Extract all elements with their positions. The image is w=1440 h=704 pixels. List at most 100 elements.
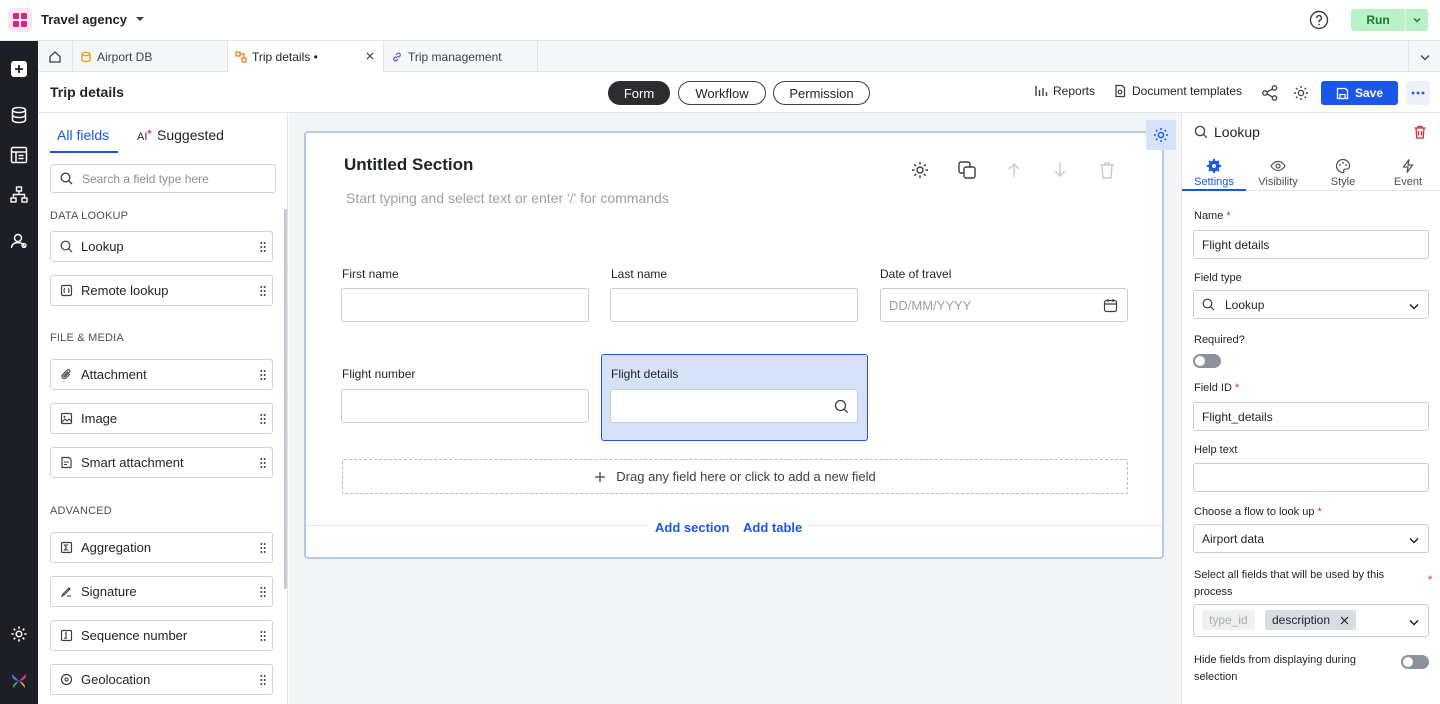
document-templates-button[interactable]: Document templates — [1113, 84, 1242, 98]
selected-section-gear-icon[interactable] — [1146, 120, 1176, 150]
settings-icon[interactable] — [9, 624, 29, 644]
hide-fields-toggle[interactable] — [1401, 655, 1429, 669]
drag-handle-icon[interactable] — [260, 457, 266, 469]
tab-all-fields[interactable]: All fields — [57, 127, 109, 143]
add-table-button[interactable]: Add table — [737, 520, 809, 535]
field-type-image[interactable]: Image — [50, 403, 273, 434]
flight-number-field[interactable] — [341, 389, 589, 423]
flow-select[interactable]: Airport data — [1193, 524, 1429, 553]
reports-button[interactable]: Reports — [1034, 84, 1095, 98]
select-fields-multiselect[interactable]: type_id description — [1193, 604, 1429, 637]
drag-handle-icon[interactable] — [260, 674, 266, 686]
save-button[interactable]: Save — [1321, 81, 1398, 105]
drag-handle-icon[interactable] — [260, 586, 266, 598]
location-pin-icon — [60, 673, 73, 686]
section-title[interactable]: Untitled Section — [344, 155, 473, 175]
brand-butterfly-icon[interactable] — [9, 671, 29, 691]
close-icon[interactable] — [1340, 616, 1349, 625]
search-icon[interactable] — [834, 399, 849, 414]
field-type-attachment[interactable]: Attachment — [50, 359, 273, 390]
tab-settings[interactable]: Settings — [1182, 158, 1246, 188]
tab-style[interactable]: Style — [1311, 158, 1375, 188]
app-title[interactable]: Travel agency — [41, 12, 127, 27]
section-settings-gear-icon[interactable] — [909, 159, 931, 181]
tab-trip-management[interactable]: Trip management — [384, 41, 538, 72]
chevron-down-icon[interactable] — [1408, 616, 1420, 628]
section-description-placeholder[interactable]: Start typing and select text or enter '/… — [346, 190, 669, 206]
tab-airport-db[interactable]: Airport DB — [73, 41, 228, 72]
delete-field-trash-icon[interactable] — [1412, 124, 1428, 140]
date-of-travel-label: Date of travel — [880, 267, 952, 281]
field-type-remote-lookup[interactable]: Remote lookup — [50, 275, 273, 306]
required-toggle[interactable] — [1193, 354, 1221, 368]
chevron-down-icon[interactable] — [134, 13, 146, 25]
tab-trip-details[interactable]: Trip details • — [228, 41, 384, 72]
field-type-sequence-number[interactable]: Sequence number — [50, 620, 273, 651]
share-icon[interactable] — [1261, 84, 1279, 102]
date-of-travel-field[interactable] — [880, 288, 1128, 322]
drag-handle-icon[interactable] — [260, 241, 266, 253]
more-options-icon[interactable] — [1406, 81, 1430, 105]
run-button[interactable]: Run — [1351, 9, 1405, 31]
mode-permission-button[interactable]: Permission — [773, 81, 870, 105]
duplicate-icon[interactable] — [956, 159, 978, 181]
mode-workflow-button[interactable]: Workflow — [678, 81, 766, 105]
field-type-value: Lookup — [1225, 297, 1265, 312]
form-section[interactable]: Untitled Section Start typing and select… — [304, 131, 1164, 559]
close-icon[interactable] — [365, 51, 375, 61]
last-name-field[interactable] — [610, 288, 858, 322]
drag-handle-icon[interactable] — [260, 630, 266, 642]
home-tab[interactable] — [38, 41, 73, 72]
last-name-input[interactable] — [611, 289, 811, 321]
field-type-signature[interactable]: Signature — [50, 576, 273, 607]
flight-details-input[interactable] — [611, 390, 811, 422]
form-icon[interactable] — [9, 145, 29, 165]
move-up-icon[interactable] — [1003, 159, 1025, 181]
add-icon[interactable] — [9, 59, 29, 79]
add-field-dropzone[interactable]: Drag any field here or click to add a ne… — [342, 459, 1128, 494]
move-down-icon[interactable] — [1049, 159, 1071, 181]
help-text-input[interactable] — [1202, 470, 1402, 485]
field-search-input[interactable] — [82, 171, 262, 186]
date-of-travel-input[interactable] — [881, 289, 1081, 321]
field-type-select[interactable]: Lookup — [1193, 290, 1429, 319]
tab-event[interactable]: Event — [1376, 158, 1440, 188]
field-type-smart-attachment[interactable]: Smart attachment — [50, 447, 273, 478]
name-input[interactable] — [1202, 237, 1402, 252]
tab-suggested[interactable]: AI Suggested — [137, 127, 224, 143]
first-name-input[interactable] — [342, 289, 542, 321]
delete-section-icon[interactable] — [1096, 159, 1118, 181]
field-search[interactable] — [50, 164, 276, 193]
first-name-field[interactable] — [341, 288, 589, 322]
field-id-field[interactable] — [1193, 402, 1429, 431]
help-text-field[interactable] — [1193, 463, 1429, 492]
field-type-lookup[interactable]: Lookup — [50, 231, 273, 262]
drag-handle-icon[interactable] — [260, 413, 266, 425]
tab-overflow-chevron-icon[interactable] — [1408, 41, 1440, 72]
drag-handle-icon[interactable] — [260, 369, 266, 381]
field-id-input[interactable] — [1202, 409, 1402, 424]
name-field[interactable] — [1193, 230, 1429, 259]
palette-icon — [1335, 158, 1351, 174]
field-type-aggregation[interactable]: Aggregation — [50, 532, 273, 563]
run-dropdown-icon[interactable] — [1406, 9, 1428, 31]
app-logo-icon[interactable] — [8, 8, 32, 32]
form-settings-gear-icon[interactable] — [1292, 84, 1310, 102]
tab-visibility[interactable]: Visibility — [1246, 158, 1310, 188]
workflow-icon[interactable] — [9, 185, 29, 205]
field-type-geolocation[interactable]: Geolocation — [50, 664, 273, 695]
drag-handle-icon[interactable] — [260, 542, 266, 554]
users-icon[interactable] — [9, 231, 29, 251]
panel-scrollbar[interactable] — [284, 209, 287, 589]
flight-details-lookup-field[interactable] — [610, 389, 858, 423]
calendar-icon[interactable] — [1103, 298, 1118, 313]
chip-description[interactable]: description — [1265, 610, 1357, 630]
required-asterisk: * — [1234, 382, 1240, 394]
drag-handle-icon[interactable] — [260, 285, 266, 297]
help-icon[interactable] — [1309, 10, 1329, 30]
mode-form-button[interactable]: Form — [608, 81, 670, 105]
paperclip-icon — [60, 368, 73, 381]
add-section-button[interactable]: Add section — [649, 520, 736, 535]
database-icon[interactable] — [9, 105, 29, 125]
flight-number-input[interactable] — [342, 390, 542, 422]
